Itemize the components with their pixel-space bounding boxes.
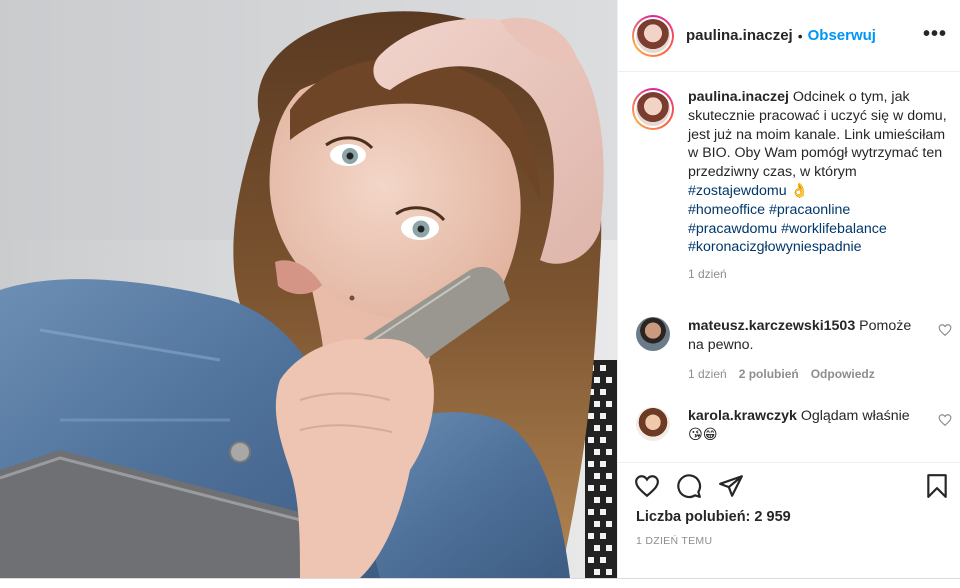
action-bar <box>634 473 952 503</box>
hashtag-link[interactable]: #pracawdomu <box>688 221 777 237</box>
commenter-avatar[interactable] <box>636 407 670 441</box>
hashtag-link[interactable]: #koronacizgłowyniespadnie <box>688 239 862 255</box>
more-options-icon[interactable]: ••• <box>923 24 947 44</box>
author-avatar[interactable] <box>632 14 674 57</box>
ok-hand-emoji: 👌 <box>790 182 809 199</box>
hashtag-link[interactable]: #worklifebalance <box>781 221 887 237</box>
woman-on-phone-photo <box>0 0 617 578</box>
commenter-username[interactable]: karola.krawczyk <box>688 408 797 424</box>
author-username[interactable]: paulina.inaczej <box>686 27 793 44</box>
comment-likes-link[interactable]: 2 polubień <box>739 367 799 381</box>
comment-meta: 1 dzień 2 polubień Odpowiedz <box>688 367 952 381</box>
heart-icon[interactable] <box>938 323 952 337</box>
hashtag-link[interactable]: #zostajewdomu <box>688 183 787 199</box>
post-timestamp[interactable]: 1 DZIEŃ TEMU <box>636 535 712 547</box>
post-side-panel: paulina.inaczej • Obserwuj ••• paulina.i… <box>617 0 960 578</box>
caption-text: paulina.inaczej Odcinek o tym, jak skute… <box>688 88 952 257</box>
comments-list[interactable]: paulina.inaczej Odcinek o tym, jak skute… <box>618 72 960 462</box>
hashtag-link[interactable]: #pracaonline <box>769 202 850 218</box>
comment-icon[interactable] <box>676 473 702 499</box>
bookmark-icon[interactable] <box>924 473 950 499</box>
hashtag-link[interactable]: #homeoffice <box>688 202 765 218</box>
commenter-username[interactable]: mateusz.karczewski1503 <box>688 318 855 334</box>
heart-icon[interactable] <box>634 473 660 499</box>
caption-timestamp[interactable]: 1 dzień <box>688 267 952 281</box>
comment-text: karola.krawczyk Oglądam właśnie 😘😁 <box>688 407 922 445</box>
comment-item: karola.krawczyk Oglądam właśnie 😘😁 <box>636 407 952 445</box>
header-separator: • <box>797 27 803 44</box>
follow-button[interactable]: Obserwuj <box>808 27 876 44</box>
caption-avatar[interactable] <box>632 88 674 130</box>
commenter-avatar[interactable] <box>636 317 670 351</box>
caption-username[interactable]: paulina.inaczej <box>688 89 789 105</box>
page-bottom-edge <box>0 578 960 588</box>
paper-plane-icon[interactable] <box>718 473 744 499</box>
comment-timestamp[interactable]: 1 dzień <box>688 367 727 381</box>
post-photo[interactable] <box>0 0 617 578</box>
post-header: paulina.inaczej • Obserwuj ••• <box>618 0 960 72</box>
heart-icon[interactable] <box>938 413 952 427</box>
likes-count[interactable]: Liczba polubień: 2 959 <box>636 509 791 525</box>
post-caption: paulina.inaczej Odcinek o tym, jak skute… <box>632 88 952 281</box>
reply-button[interactable]: Odpowiedz <box>811 367 875 381</box>
comment-text: mateusz.karczewski1503 Pomoże na pewno. <box>688 317 922 355</box>
comment-item: mateusz.karczewski1503 Pomoże na pewno. … <box>636 317 952 381</box>
post-actions: Liczba polubień: 2 959 1 DZIEŃ TEMU <box>618 462 960 578</box>
